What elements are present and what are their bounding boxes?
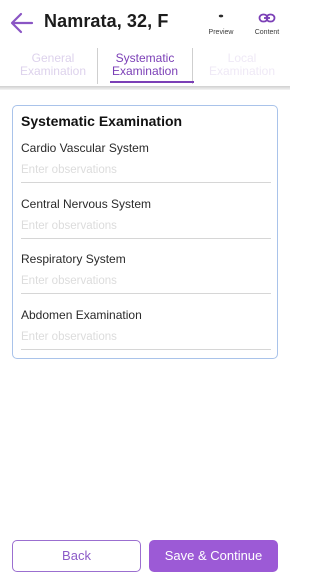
central-nervous-input[interactable]	[21, 218, 271, 239]
app-header: Namrata, 32, F Preview Content	[0, 0, 290, 46]
patient-title: Namrata, 32, F	[44, 11, 169, 31]
tabs-divider	[0, 86, 290, 90]
active-tab-indicator	[110, 81, 194, 83]
field-abdomen: Abdomen Examination	[21, 308, 271, 350]
tab-label-line2: Examination	[208, 64, 276, 78]
preview-button[interactable]: Preview	[204, 10, 238, 36]
abdomen-input[interactable]	[21, 329, 271, 350]
section-title: Systematic Examination	[21, 113, 183, 129]
respiratory-input[interactable]	[21, 273, 271, 294]
field-label: Cardio Vascular System	[21, 141, 149, 155]
preview-label: Preview	[208, 29, 234, 36]
field-cardio-vascular: Cardio Vascular System	[21, 141, 271, 183]
link-icon	[258, 13, 276, 23]
field-label: Central Nervous System	[21, 197, 152, 211]
cardio-vascular-input[interactable]	[21, 162, 271, 183]
field-central-nervous: Central Nervous System	[21, 197, 271, 239]
eye-icon	[218, 14, 224, 18]
systematic-examination-card: Systematic Examination Cardio Vascular S…	[12, 105, 278, 359]
tab-general-examination[interactable]: General Examination	[10, 48, 96, 84]
arrow-left-icon[interactable]	[10, 12, 34, 34]
save-continue-button[interactable]: Save & Continue	[149, 540, 278, 572]
examination-tabs: General Examination Systematic Examinati…	[0, 48, 290, 86]
field-label: Abdomen Examination	[21, 308, 142, 322]
content-label: Content	[254, 29, 280, 36]
tab-systematic-examination[interactable]: Systematic Examination	[97, 48, 193, 84]
tab-label-line2: Examination	[19, 64, 87, 78]
tab-local-examination[interactable]: Local Examination	[194, 48, 290, 84]
content-button[interactable]: Content	[250, 10, 284, 36]
field-respiratory: Respiratory System	[21, 252, 271, 294]
field-label: Respiratory System	[21, 252, 126, 266]
back-button[interactable]: Back	[12, 540, 141, 572]
tab-label-line2: Examination	[111, 64, 179, 78]
